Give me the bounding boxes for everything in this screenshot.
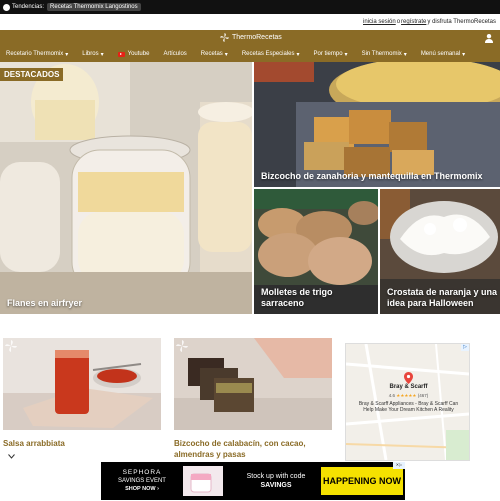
ad-business-name: Bray & Scarff xyxy=(389,384,428,390)
salsa-arrabbiata-image xyxy=(3,338,161,430)
chevron-down-icon: ▾ xyxy=(65,51,69,58)
stock-line: Stock up with code xyxy=(246,473,306,480)
trending-bar: Tendencias: Recetas Thermomix Langostino… xyxy=(0,0,500,14)
featured-section: DESTACADOS Flanes en airfryer Bizcocho d… xyxy=(0,62,500,314)
login-connector: o xyxy=(396,19,401,25)
nav-sin-thermomix[interactable]: Sin Thermomix ▾ xyxy=(362,51,407,58)
chevron-down-icon: ▾ xyxy=(462,51,466,58)
product-jar-icon xyxy=(183,466,223,496)
bizcocho-calabacin-image xyxy=(174,338,332,430)
promo-code: SAVINGS xyxy=(260,482,292,489)
star-rating-icon: ★★★★★ xyxy=(396,393,417,398)
login-bar: inicia sesión o regístrate y disfruta Th… xyxy=(0,14,500,30)
youtube-icon xyxy=(117,51,125,57)
happening-now-badge: HAPPENING NOW xyxy=(321,467,403,495)
promo-code-block: Stock up with code SAVINGS xyxy=(231,472,321,490)
trend-icon xyxy=(3,3,10,11)
chevron-down-icon: ▾ xyxy=(224,51,228,58)
calabacin-cake-photo xyxy=(174,338,332,430)
nav-recetario-thermomix[interactable]: Recetario Thermomix ▾ xyxy=(6,51,68,58)
sephora-brand: SEPHORA xyxy=(122,469,162,476)
chevron-down-icon: ▾ xyxy=(100,51,104,58)
nav-youtube[interactable]: Youtube xyxy=(117,51,149,57)
main-nav: Recetario Thermomix ▾ Libros ▾ Youtube Art… xyxy=(0,47,500,61)
adchoices-icon[interactable]: ▷ xyxy=(461,344,469,351)
chevron-down-icon: ▾ xyxy=(344,51,348,58)
carrot-cake-image xyxy=(254,62,500,187)
featured-title[interactable]: Flanes en airfryer xyxy=(7,298,82,309)
pinwheel-watermark-icon xyxy=(5,340,17,352)
featured-tile-molletes[interactable]: Molletes de trigo sarraceno xyxy=(254,189,378,314)
map-ad[interactable]: Bray & Scarff 4.6 ★★★★★ (467) Bray & Sca… xyxy=(345,343,470,461)
nav-menu-semanal[interactable]: Menú semanal ▾ xyxy=(421,51,465,58)
recipe-card-salsa-arrabbiata[interactable]: Salsa arrabbiata xyxy=(3,338,161,449)
trending-label: Tendencias: xyxy=(12,4,45,10)
nav-recetas[interactable]: Recetas ▾ xyxy=(201,51,228,58)
featured-tile-flanes[interactable]: DESTACADOS Flanes en airfryer xyxy=(0,62,252,314)
arrabbiata-photo xyxy=(3,338,161,430)
nav-recetas-especiales[interactable]: Recetas Especiales ▾ xyxy=(242,51,300,58)
chevron-down-icon: ▾ xyxy=(403,51,407,58)
card-title[interactable]: Bizcocho de calabacín, con cacao, almend… xyxy=(174,438,332,460)
site-logo[interactable]: ThermoRecetas xyxy=(220,33,282,42)
login-link[interactable]: inicia sesión xyxy=(363,19,396,25)
sephora-block: SEPHORA SAVINGS EVENT SHOP NOW › xyxy=(101,469,183,493)
pinwheel-logo-icon xyxy=(220,33,229,42)
card-title[interactable]: Salsa arrabbiata xyxy=(3,438,161,449)
ad-rating: 4.6 ★★★★★ (467) xyxy=(388,393,429,398)
featured-title[interactable]: Crostata de naranja y una idea para Hall… xyxy=(387,287,499,309)
user-icon[interactable] xyxy=(484,33,494,43)
nav-por-tiempo[interactable]: Por tiempo ▾ xyxy=(314,51,348,58)
destacados-badge: DESTACADOS xyxy=(0,68,64,81)
pinwheel-watermark-icon xyxy=(176,340,188,352)
logo-text: ThermoRecetas xyxy=(232,34,282,41)
featured-tile-crostata[interactable]: Crostata de naranja y una idea para Hall… xyxy=(380,189,500,314)
chevron-down-icon: ▾ xyxy=(296,51,300,58)
sephora-event: SAVINGS EVENT xyxy=(118,478,166,484)
login-tail: y disfruta ThermoRecetas xyxy=(427,19,496,25)
flan-jars-image xyxy=(0,62,252,314)
product-image xyxy=(183,466,223,496)
trending-item-langostinos[interactable]: Recetas Thermomix Langostinos xyxy=(47,3,141,11)
ad-description: Bray & Scarff Appliances - Bray & Scarff… xyxy=(358,401,459,413)
recipe-card-bizcocho-calabacin[interactable]: Bizcocho de calabacín, con cacao, almend… xyxy=(174,338,332,460)
map-pin-icon xyxy=(404,372,413,384)
register-link[interactable]: regístrate xyxy=(401,19,426,25)
chevron-down-icon xyxy=(7,453,15,459)
sephora-banner-ad[interactable]: SEPHORA SAVINGS EVENT SHOP NOW › Stock u… xyxy=(101,462,405,500)
featured-title[interactable]: Molletes de trigo sarraceno xyxy=(261,287,361,309)
ad-close-icon[interactable]: ✕▷ xyxy=(393,462,405,469)
collapse-ad-button[interactable] xyxy=(3,451,19,461)
nav-libros[interactable]: Libros ▾ xyxy=(82,51,103,58)
site-header: ThermoRecetas Recetario Thermomix ▾ Libro… xyxy=(0,30,500,62)
featured-title[interactable]: Bizcocho de zanahoria y mantequilla en T… xyxy=(261,171,483,182)
shop-now-link[interactable]: SHOP NOW › xyxy=(101,485,183,493)
featured-tile-bizcocho-zanahoria[interactable]: Bizcocho de zanahoria y mantequilla en T… xyxy=(254,62,500,187)
nav-articulos[interactable]: Artículos xyxy=(163,51,186,57)
